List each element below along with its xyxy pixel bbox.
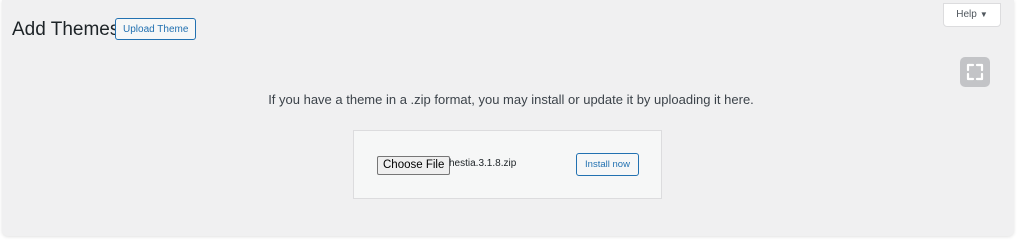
selected-file-name: hestia.3.1.8.zip: [449, 158, 517, 169]
fullscreen-icon: [966, 63, 984, 81]
page-title: Add Themes: [12, 19, 120, 40]
help-tab[interactable]: Help ▼: [943, 3, 1001, 27]
help-label: Help: [956, 9, 977, 20]
install-now-button[interactable]: Install now: [576, 153, 639, 176]
caret-down-icon: ▼: [979, 10, 988, 19]
upload-theme-button[interactable]: Upload Theme: [115, 18, 197, 40]
main-panel: Add Themes Upload Theme Help ▼ If you hav…: [2, 0, 1014, 236]
fullscreen-button[interactable]: [960, 57, 990, 87]
upload-form: Choose File hestia.3.1.8.zip Install now: [353, 130, 662, 199]
choose-file-button[interactable]: Choose File: [377, 156, 451, 175]
upload-instructions: If you have a theme in a .zip format, yo…: [268, 92, 754, 107]
